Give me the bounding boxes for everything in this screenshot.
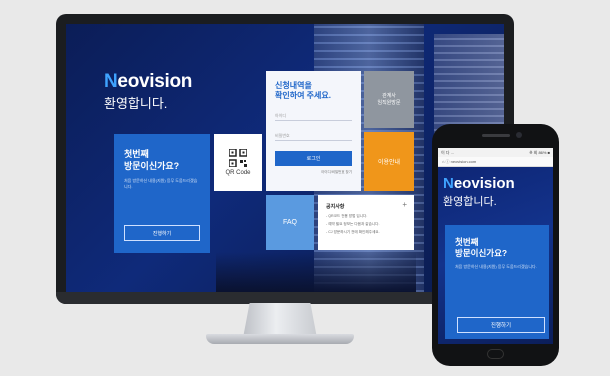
affiliate-visit-tile[interactable]: 관계사 임직원방문: [364, 71, 414, 128]
mobile-first-visit-title-line1: 첫번째: [455, 237, 479, 247]
login-panel: 신청내역을 확인하여 주세요. 아이디 비밀번호 로그인 아이디/비밀번호 찾기: [266, 71, 361, 191]
mobile-first-visit-title: 첫번째 방문이신가요?: [455, 237, 539, 259]
mobile-proceed-button[interactable]: 진행하기: [457, 317, 545, 333]
phone-home-button[interactable]: [487, 349, 504, 359]
first-visit-desc: 처음 방문하신 내용(지원) 응무 도움드리겠습니다.: [124, 178, 198, 189]
brand-logo-accent: N: [104, 71, 118, 92]
login-title-line1: 신청내역을: [275, 81, 312, 90]
login-title-line2: 확인하여 주세요.: [275, 91, 331, 100]
qr-code-tile[interactable]: QR Code: [214, 134, 262, 191]
background-city: [216, 252, 416, 292]
find-account-link[interactable]: 아이디/비밀번호 찾기: [275, 170, 352, 175]
monitor-stand-base: [206, 334, 354, 344]
brand-logo[interactable]: Neovision: [104, 71, 192, 93]
first-visit-title-line2: 방문이신가요?: [124, 161, 180, 171]
id-field[interactable]: 아이디: [275, 109, 352, 121]
mobile-screen: 이 다 ... ※ 회 86% ■ ⌂ ⓘ neovision.com Neov…: [438, 148, 553, 344]
mobile-status-bar: 이 다 ... ※ 회 86% ■: [438, 148, 553, 157]
notice-panel: 공지사항 + - QR코드 전용 방법 입니다. - 예약 필요 정보는 다음과…: [318, 195, 414, 250]
mobile-first-visit-title-line2: 방문이신가요?: [455, 248, 508, 258]
monitor-stand-neck: [243, 303, 317, 337]
first-visit-title: 첫번째 방문이신가요?: [124, 148, 200, 172]
qr-code-label: QR Code: [225, 170, 251, 176]
status-right: ※ 회 86% ■: [529, 149, 550, 155]
faq-tile[interactable]: FAQ: [266, 195, 314, 250]
welcome-text: 환영합니다.: [104, 96, 168, 111]
affiliate-visit-line1: 관계사: [382, 92, 396, 99]
mobile-welcome-text: 환영합니다.: [443, 196, 497, 208]
first-visit-card: 첫번째 방문이신가요? 처음 방문하신 내용(지원) 응무 도움드리겠습니다. …: [114, 134, 210, 253]
login-button[interactable]: 로그인: [275, 151, 352, 166]
mobile-first-visit-desc: 처음 방문하신 내용(지원) 응무 도움드리겠습니다.: [455, 264, 537, 269]
mobile-brand-logo-accent: N: [443, 175, 454, 192]
mobile-phone: 이 다 ... ※ 회 86% ■ ⌂ ⓘ neovision.com Neov…: [432, 124, 559, 366]
notice-item[interactable]: - 예약 필요 정보는 다음과 같습니다.: [326, 222, 406, 226]
brand-logo-text: eovision: [117, 71, 193, 92]
notice-title: 공지사항: [326, 204, 345, 210]
phone-camera-icon: [516, 132, 522, 138]
status-left: 이 다 ...: [441, 149, 454, 155]
usage-guide-tile[interactable]: 이용안내: [364, 132, 414, 191]
mobile-first-visit-card: 첫번째 방문이신가요? 처음 방문하신 내용(지원) 응무 도움드리겠습니다. …: [445, 225, 549, 339]
notice-item[interactable]: - CJ 방문하시기 전에 확인해주세요.: [326, 230, 406, 234]
mobile-brand-logo-text: eovision: [453, 175, 515, 192]
password-field[interactable]: 비밀번호: [275, 129, 352, 141]
notice-item[interactable]: - QR코드 전용 방법 입니다.: [326, 214, 406, 218]
phone-speaker: [482, 134, 510, 137]
login-title: 신청내역을 확인하여 주세요.: [275, 81, 352, 101]
notice-more-icon[interactable]: +: [402, 200, 407, 209]
affiliate-visit-line2: 임직원방문: [377, 99, 401, 106]
qr-code-icon: [229, 149, 247, 167]
mobile-url-bar[interactable]: ⌂ ⓘ neovision.com: [438, 157, 553, 167]
mobile-brand-logo[interactable]: Neovision: [443, 175, 515, 192]
proceed-button[interactable]: 진행하기: [124, 225, 200, 241]
first-visit-title-line1: 첫번째: [124, 149, 149, 159]
